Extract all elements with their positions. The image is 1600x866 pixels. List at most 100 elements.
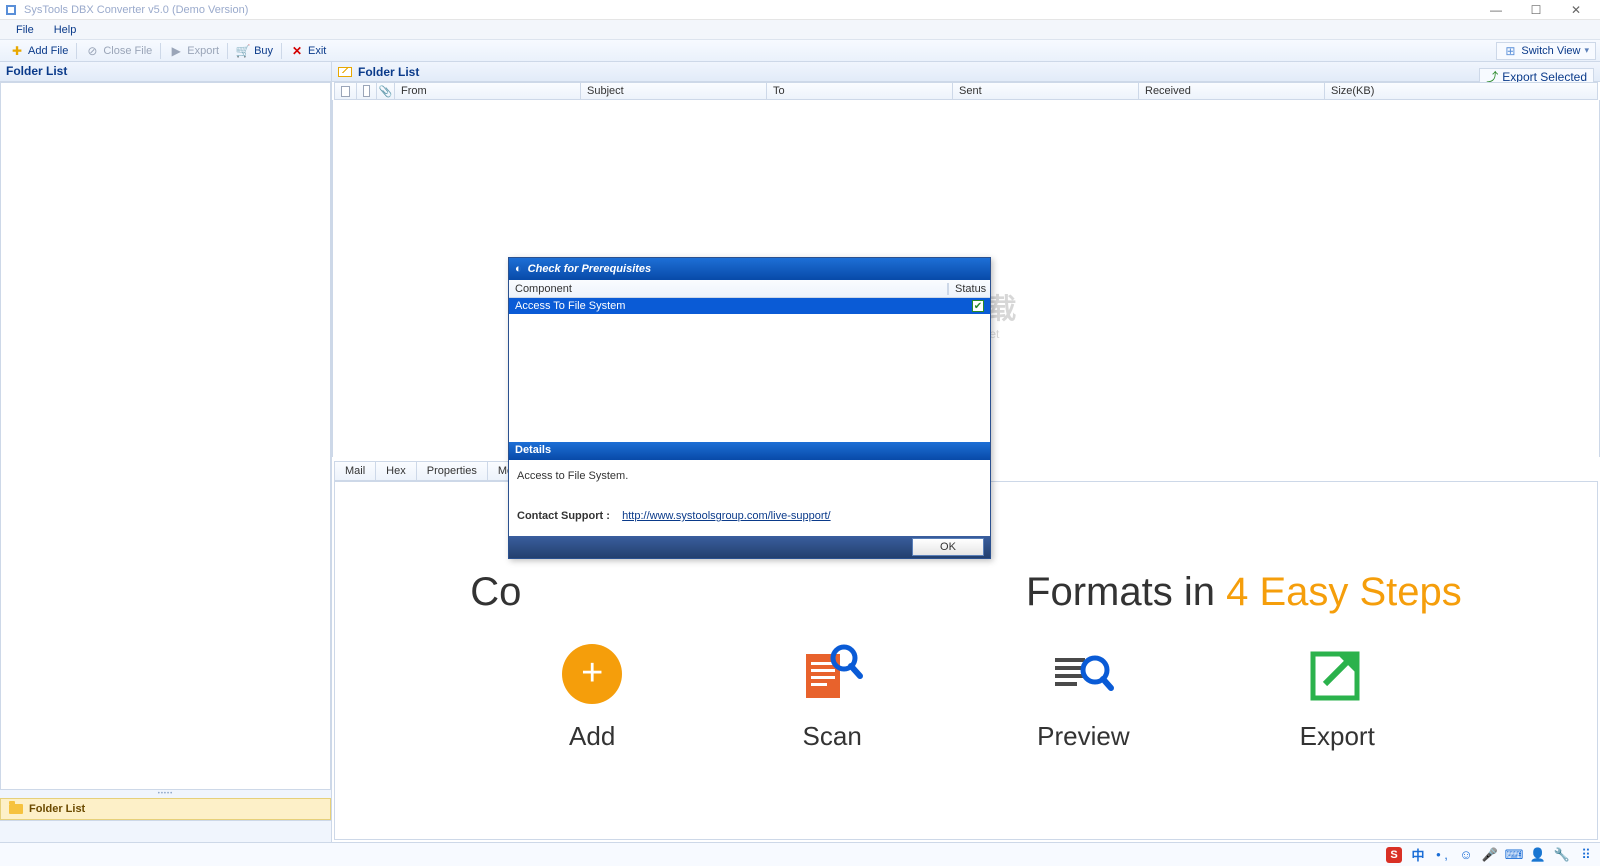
step-scan-label: Scan: [803, 721, 862, 752]
column-select-all[interactable]: [335, 83, 357, 99]
toolbar-export-button[interactable]: ▶ Export: [163, 43, 225, 59]
left-splitter[interactable]: •••••: [0, 790, 331, 798]
left-bottom-tab-label: Folder List: [29, 803, 85, 815]
window-title: SysTools DBX Converter v5.0 (Demo Versio…: [24, 4, 248, 16]
toolbar-buy-label: Buy: [254, 45, 273, 57]
left-panel-header: Folder List: [0, 62, 331, 82]
toolbar-close-file-label: Close File: [103, 45, 152, 57]
tab-properties[interactable]: Properties: [416, 461, 488, 481]
preview-step-icon: [1048, 639, 1118, 709]
tray-grid-icon[interactable]: ⠿: [1578, 847, 1594, 863]
dialog-row-label: Access To File System: [515, 300, 625, 312]
column-icon[interactable]: [357, 83, 377, 99]
promo-title-in: in: [1184, 570, 1226, 614]
column-attachment[interactable]: 📎: [377, 83, 395, 99]
buy-icon: 🛒: [236, 44, 250, 58]
column-subject[interactable]: Subject: [581, 83, 767, 99]
window-titlebar: SysTools DBX Converter v5.0 (Demo Versio…: [0, 0, 1600, 20]
column-to[interactable]: To: [767, 83, 953, 99]
step-add-label: Add: [569, 721, 615, 752]
toolbar-close-file-button[interactable]: ⊘ Close File: [79, 43, 158, 59]
step-export-label: Export: [1300, 721, 1375, 752]
add-file-icon: ✚: [10, 44, 24, 58]
tray-sogou-icon[interactable]: S: [1386, 847, 1402, 863]
toolbar-exit-button[interactable]: ✕ Exit: [284, 43, 332, 59]
dialog-ok-button[interactable]: OK: [912, 538, 984, 556]
dialog-support-label: Contact Support :: [517, 510, 610, 522]
toolbar: ✚ Add File ⊘ Close File ▶ Export 🛒 Buy ✕…: [0, 40, 1600, 62]
dialog-details-body: Access to File System. Contact Support :…: [509, 460, 990, 536]
tray-person-icon[interactable]: 👤: [1530, 847, 1546, 863]
toolbar-switch-view-button[interactable]: ⊞ Switch View ▾: [1496, 42, 1596, 60]
toolbar-add-file-label: Add File: [28, 45, 68, 57]
right-panel-title: Folder List: [358, 65, 419, 79]
toolbar-switch-view-label: Switch View: [1521, 45, 1580, 57]
dialog-col-status[interactable]: Status: [948, 283, 990, 295]
mail-list-columns: 📎 From Subject To Sent Received Size(KB): [334, 82, 1598, 100]
system-tray: S 中 • , ☺ 🎤 ⌨ 👤 🔧 ⠿: [1386, 847, 1594, 863]
left-panel: Folder List ••••• Folder List: [0, 62, 332, 842]
dialog-title: Check for Prerequisites: [528, 263, 652, 275]
dialog-support-line: Contact Support : http://www.systoolsgro…: [517, 510, 982, 522]
promo-title-mid: Formats: [1026, 570, 1173, 614]
toolbar-export-label: Export: [187, 45, 219, 57]
app-icon: [4, 3, 18, 17]
tray-mic-icon[interactable]: 🎤: [1482, 847, 1498, 863]
export-icon: ▶: [169, 44, 183, 58]
column-received[interactable]: Received: [1139, 83, 1325, 99]
dialog-titlebar[interactable]: ◐ Check for Prerequisites: [509, 258, 990, 280]
menu-help[interactable]: Help: [44, 22, 87, 38]
tab-hex[interactable]: Hex: [375, 461, 417, 481]
tray-punct-icon[interactable]: • ,: [1434, 847, 1450, 863]
dialog-footer: OK: [509, 536, 990, 558]
chevron-down-icon: ▾: [1584, 45, 1589, 56]
right-panel-header: Folder List ⤴ Export Selected: [332, 62, 1600, 82]
switch-view-icon: ⊞: [1503, 44, 1517, 58]
tab-mail[interactable]: Mail: [334, 461, 376, 481]
step-export: Export: [1300, 639, 1375, 752]
promo-title-steps: 4 Easy Steps: [1226, 570, 1462, 614]
promo-title-prefix: Co: [470, 570, 521, 614]
export-step-icon: [1302, 639, 1372, 709]
window-minimize-button[interactable]: —: [1476, 0, 1516, 20]
dialog-list-body: [509, 314, 990, 442]
left-bottom-tab-folder-list[interactable]: Folder List: [0, 798, 331, 820]
column-from[interactable]: From: [395, 83, 581, 99]
tray-ime-icon[interactable]: 中: [1410, 847, 1426, 863]
dialog-details-header: Details: [509, 442, 990, 460]
dialog-support-link[interactable]: http://www.systoolsgroup.com/live-suppor…: [622, 510, 830, 522]
toolbar-exit-label: Exit: [308, 45, 326, 57]
column-sent[interactable]: Sent: [953, 83, 1139, 99]
close-file-icon: ⊘: [85, 44, 99, 58]
promo-steps: + Add Sca: [557, 639, 1375, 752]
window-maximize-button[interactable]: ☐: [1516, 0, 1556, 20]
folder-tree[interactable]: [0, 82, 331, 790]
tray-keyboard-icon[interactable]: ⌨: [1506, 847, 1522, 863]
tray-smiley-icon[interactable]: ☺: [1458, 847, 1474, 863]
dialog-row-access-filesystem[interactable]: Access To File System ✔: [509, 298, 990, 314]
tray-tool-icon[interactable]: 🔧: [1554, 847, 1570, 863]
toolbar-buy-button[interactable]: 🛒 Buy: [230, 43, 279, 59]
mail-icon: [338, 67, 352, 77]
menu-file[interactable]: File: [6, 22, 44, 38]
prerequisites-dialog: ◐ Check for Prerequisites Component Stat…: [508, 257, 991, 559]
column-size[interactable]: Size(KB): [1325, 83, 1597, 99]
window-close-button[interactable]: ✕: [1556, 0, 1596, 20]
statusbar: S 中 • , ☺ 🎤 ⌨ 👤 🔧 ⠿: [0, 842, 1600, 866]
dialog-title-icon: ◐: [515, 263, 522, 275]
step-add: + Add: [557, 639, 627, 752]
check-ok-icon: ✔: [972, 300, 984, 312]
exit-icon: ✕: [290, 44, 304, 58]
dialog-columns: Component Status: [509, 280, 990, 298]
menubar: File Help: [0, 20, 1600, 40]
dialog-col-component[interactable]: Component: [509, 283, 948, 295]
promo-title: Co nvert DBX File into Multiple Formats …: [470, 570, 1462, 615]
add-step-icon: +: [557, 639, 627, 709]
toolbar-add-file-button[interactable]: ✚ Add File: [4, 43, 74, 59]
step-preview: Preview: [1037, 639, 1129, 752]
folder-icon: [9, 804, 23, 814]
scan-step-icon: [797, 639, 867, 709]
step-preview-label: Preview: [1037, 721, 1129, 752]
step-scan: Scan: [797, 639, 867, 752]
dialog-detail-message: Access to File System.: [517, 470, 982, 482]
